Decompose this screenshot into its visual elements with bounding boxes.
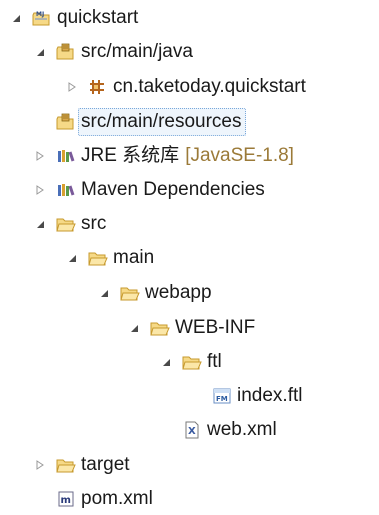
svg-text:MJ: MJ xyxy=(36,11,44,18)
tree-item-quickstart[interactable]: MJ quickstart xyxy=(8,3,138,33)
folder-icon xyxy=(120,284,140,302)
tree-item-pom-xml[interactable]: m pom.xml xyxy=(56,484,153,514)
collapsed-arrow-icon[interactable] xyxy=(32,457,48,473)
library-icon xyxy=(56,147,76,165)
project-explorer-tree: MJ quickstart src/main/java cn.taketoday… xyxy=(0,0,379,515)
source-folder-icon xyxy=(56,43,76,61)
jre-version-decorator: [JavaSE-1.8] xyxy=(185,145,294,166)
java-project-icon: MJ xyxy=(32,9,52,27)
library-icon xyxy=(56,181,76,199)
expanded-arrow-icon[interactable] xyxy=(32,44,48,60)
expanded-arrow-icon[interactable] xyxy=(126,320,142,336)
tree-item-label: quickstart xyxy=(57,7,139,28)
tree-item-src[interactable]: src xyxy=(32,209,106,239)
package-icon xyxy=(88,78,108,96)
tree-item-jre-library[interactable]: JRE 系统库 [JavaSE-1.8] xyxy=(32,141,294,171)
tree-item-target[interactable]: target xyxy=(32,450,130,480)
xml-file-icon: X xyxy=(182,421,202,439)
tree-item-ftl-folder[interactable]: ftl xyxy=(158,347,222,377)
tree-item-label: src/main/java xyxy=(81,41,193,62)
expanded-arrow-icon[interactable] xyxy=(8,10,24,26)
collapsed-arrow-icon[interactable] xyxy=(32,182,48,198)
tree-item-label: src/main/resources xyxy=(78,108,246,136)
svg-text:X: X xyxy=(188,426,196,437)
expanded-arrow-icon[interactable] xyxy=(158,354,174,370)
folder-icon xyxy=(56,215,76,233)
source-folder-icon xyxy=(56,113,76,131)
folder-icon xyxy=(150,319,170,337)
tree-item-label: WEB-INF xyxy=(175,317,256,338)
expanded-arrow-icon[interactable] xyxy=(96,285,112,301)
maven-pom-icon: m xyxy=(56,490,76,508)
tree-item-label: src xyxy=(81,213,107,234)
expanded-arrow-icon[interactable] xyxy=(64,250,80,266)
tree-item-package[interactable]: cn.taketoday.quickstart xyxy=(64,72,306,102)
tree-item-web-xml[interactable]: X web.xml xyxy=(182,415,277,445)
tree-item-label: pom.xml xyxy=(81,488,153,509)
tree-item-label: webapp xyxy=(145,282,212,303)
tree-item-label: web.xml xyxy=(207,419,277,440)
tree-item-maven-dependencies[interactable]: Maven Dependencies xyxy=(32,175,265,205)
tree-item-main[interactable]: main xyxy=(64,243,154,273)
tree-item-src-main-resources[interactable]: src/main/resources xyxy=(56,107,246,137)
tree-item-src-main-java[interactable]: src/main/java xyxy=(32,37,193,67)
tree-item-label: Maven Dependencies xyxy=(81,179,265,200)
svg-text:FM: FM xyxy=(216,395,228,403)
collapsed-arrow-icon[interactable] xyxy=(32,148,48,164)
tree-item-index-ftl[interactable]: FM index.ftl xyxy=(212,381,302,411)
tree-item-label: ftl xyxy=(207,351,222,372)
tree-item-label: main xyxy=(113,247,155,268)
tree-item-label: target xyxy=(81,454,130,475)
tree-item-label: cn.taketoday.quickstart xyxy=(113,76,306,97)
folder-icon xyxy=(88,249,108,267)
tree-item-web-inf[interactable]: WEB-INF xyxy=(126,313,255,343)
folder-icon xyxy=(56,456,76,474)
collapsed-arrow-icon[interactable] xyxy=(64,79,80,95)
tree-item-label: JRE 系统库 xyxy=(81,145,180,166)
tree-item-label: index.ftl xyxy=(237,385,303,406)
folder-icon xyxy=(182,353,202,371)
ftl-file-icon: FM xyxy=(212,387,232,405)
expanded-arrow-icon[interactable] xyxy=(32,216,48,232)
svg-text:m: m xyxy=(61,495,71,506)
tree-item-webapp[interactable]: webapp xyxy=(96,278,212,308)
